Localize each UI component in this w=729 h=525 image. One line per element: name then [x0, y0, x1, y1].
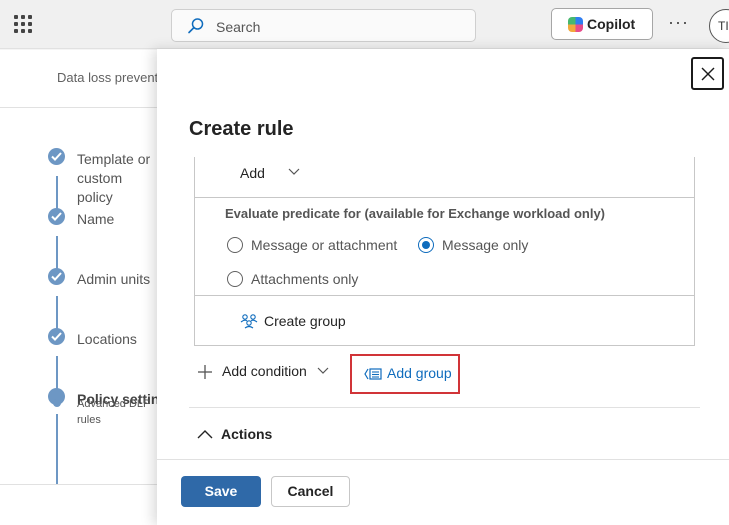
save-button[interactable]: Save [181, 476, 261, 507]
close-icon [701, 67, 715, 81]
radio-message-only[interactable] [418, 237, 434, 253]
checkmark-icon [48, 148, 65, 165]
divider [194, 197, 695, 198]
substep-advanced-dlp-rules[interactable]: Advanced DLP rules [77, 396, 157, 428]
chevron-down-icon [288, 168, 300, 175]
panel-title: Create rule [189, 118, 294, 140]
step-label: Admin units [77, 271, 151, 287]
app-launcher-icon[interactable] [14, 15, 32, 33]
add-group-button[interactable]: Add group [350, 354, 460, 394]
search-icon [188, 18, 204, 34]
checkmark-icon [48, 268, 65, 285]
radio-label: Attachments only [251, 271, 359, 287]
radio-attachments-only[interactable] [227, 271, 243, 287]
more-options-icon[interactable]: ··· [668, 12, 689, 33]
evaluate-predicate-label: Evaluate predicate for (available for Ex… [225, 206, 606, 221]
chevron-down-icon [317, 367, 329, 374]
divider [194, 295, 695, 296]
radio-label: Message only [442, 237, 529, 253]
cancel-button[interactable]: Cancel [271, 476, 350, 507]
create-rule-panel: Create rule Add Evaluate predicate for (… [157, 49, 729, 525]
top-bar: Search Copilot ··· TI [0, 0, 729, 49]
substep-dot-icon [53, 399, 61, 407]
create-group-label: Create group [264, 313, 346, 329]
people-group-icon [240, 314, 258, 329]
copilot-icon [568, 17, 583, 32]
search-input[interactable]: Search [171, 9, 476, 42]
step-connector [56, 414, 58, 484]
avatar[interactable]: TI [709, 9, 729, 43]
checkmark-icon [48, 328, 65, 345]
plus-icon [198, 365, 212, 379]
checkmark-icon [48, 208, 65, 225]
close-button[interactable] [691, 57, 724, 90]
divider [189, 407, 700, 408]
add-condition-label: Add condition [222, 363, 307, 379]
radio-label: Message or attachment [251, 237, 398, 253]
add-group-icon [364, 368, 382, 380]
copilot-label: Copilot [587, 16, 636, 32]
radio-message-or-attachment[interactable] [227, 237, 243, 253]
step-label: Name [77, 211, 115, 227]
search-placeholder: Search [216, 19, 261, 35]
step-label: Template or custom policy [77, 151, 151, 205]
step-label: Locations [77, 331, 137, 347]
copilot-button[interactable]: Copilot [551, 8, 653, 40]
divider [157, 459, 729, 460]
actions-label: Actions [221, 426, 273, 442]
add-group-label: Add group [387, 365, 452, 381]
add-label: Add [240, 165, 265, 181]
chevron-up-icon [197, 430, 213, 439]
